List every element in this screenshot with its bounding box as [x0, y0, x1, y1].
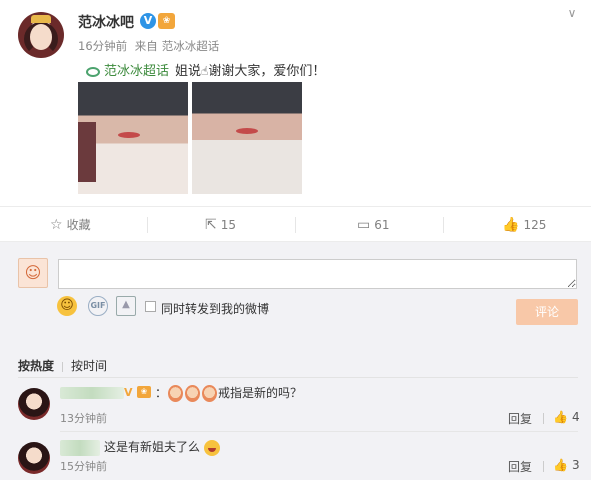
tab-sort-hot[interactable]: 按热度	[18, 357, 54, 374]
share-count: 15	[220, 218, 237, 232]
comment-count: 61	[374, 218, 390, 232]
divider	[147, 217, 148, 233]
chevron-down-icon[interactable]: ∨	[563, 6, 581, 20]
comment-text: ：戒指是新的吗？	[155, 385, 303, 402]
like-count: 125	[523, 218, 547, 232]
comment-body: 这是有新姐夫了么	[104, 440, 201, 454]
post-text-before: 姐说	[175, 64, 202, 79]
author-name[interactable]: 范冰冰吧	[78, 12, 134, 32]
sticker-icon	[185, 385, 201, 402]
my-avatar[interactable]: ☺	[18, 258, 48, 288]
reply-button[interactable]: 回复	[508, 410, 532, 427]
image-icon[interactable]: ▲	[116, 296, 136, 316]
favorite-label: 收藏	[66, 218, 91, 232]
reply-button[interactable]: 回复	[508, 458, 532, 475]
comment-time: 13分钟前	[60, 412, 107, 425]
comment-input[interactable]	[58, 259, 577, 289]
post-text-after: 谢谢大家，爱你们！	[208, 64, 326, 79]
star-icon: ☆	[50, 217, 63, 233]
commenter-avatar[interactable]	[18, 442, 50, 474]
commenter-avatar[interactable]	[18, 388, 50, 420]
comment-body: 戒指是新的吗？	[218, 386, 303, 400]
thumbs-up-icon: 👍	[502, 217, 520, 233]
comment-time: 15分钟前	[60, 460, 107, 473]
divider	[443, 217, 444, 233]
member-badge-icon: ❀	[137, 386, 151, 398]
favorite-button[interactable]: ☆ 收藏	[50, 207, 91, 243]
comment-item: 这是有新姐夫了么 15分钟前 回复 👍 3	[0, 432, 591, 480]
like-button[interactable]: 👍 125	[502, 207, 546, 243]
post-meta: 16分钟前 来自 范冰冰超话	[78, 38, 223, 54]
comment-text: 这是有新姐夫了么	[104, 438, 221, 456]
comment-area: ☺ ☺ GIF ▲ 同时转发到我的微博 评论 按热度 按时间 V ❀ ：戒指是新的…	[0, 242, 591, 480]
share-button[interactable]: ⇱ 15	[205, 207, 236, 243]
post-time[interactable]: 16分钟前	[78, 39, 127, 53]
commenter-name-blurred[interactable]	[60, 387, 124, 399]
thumbs-up-icon: 👍	[553, 458, 568, 472]
source-prefix: 来自	[134, 39, 158, 53]
author-avatar[interactable]	[18, 12, 64, 58]
post-source[interactable]: 范冰冰超话	[162, 39, 220, 53]
member-badge-icon[interactable]: ❀	[158, 13, 175, 29]
thumbs-up-icon: 👍	[553, 410, 568, 424]
post-card: 范冰冰吧 V ❀ ∨ 16分钟前 来自 范冰冰超话 范冰冰超话 姐说☝谢谢大家，爱你…	[0, 0, 591, 206]
comment-like-count: 4	[571, 410, 580, 424]
repost-checkbox[interactable]	[145, 301, 156, 312]
tab-sort-time[interactable]: 按时间	[71, 357, 107, 374]
comment-like-button[interactable]: 👍 4	[553, 410, 580, 424]
share-icon: ⇱	[205, 217, 217, 233]
verified-icon: V	[124, 386, 133, 399]
sort-tabs: 按热度 按时间	[18, 357, 107, 374]
action-bar: ☆ 收藏 ⇱ 15 ▭ 61 👍 125	[0, 206, 591, 242]
post-photo-2[interactable]	[192, 82, 302, 194]
smile-icon[interactable]: ☺	[57, 296, 77, 316]
sticker-icon	[168, 385, 184, 402]
gif-icon[interactable]: GIF	[88, 296, 108, 316]
divider	[295, 217, 296, 233]
comment-like-button[interactable]: 👍 3	[553, 458, 580, 472]
topic-icon	[86, 66, 100, 77]
repost-label[interactable]: 同时转发到我的微博	[161, 300, 269, 317]
comment-like-count: 3	[571, 458, 580, 472]
grin-emoji-icon	[204, 439, 221, 456]
topic-link[interactable]: 范冰冰超话	[104, 64, 169, 79]
post-content: 范冰冰超话 姐说☝谢谢大家，爱你们！	[86, 60, 325, 79]
commenter-name-blurred[interactable]	[60, 440, 100, 456]
submit-comment-button[interactable]: 评论	[516, 299, 578, 325]
sticker-icon	[202, 385, 218, 402]
comment-button[interactable]: ▭ 61	[357, 207, 390, 243]
comment-icon: ▭	[357, 217, 371, 233]
comment-item: V ❀ ：戒指是新的吗？ 13分钟前 回复 👍 4	[0, 378, 591, 434]
post-photo-1[interactable]	[78, 82, 188, 194]
verified-icon: V	[140, 13, 156, 29]
